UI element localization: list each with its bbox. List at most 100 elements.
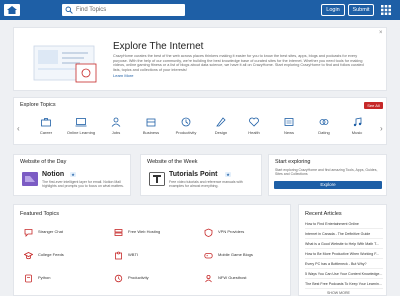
- hero-title: Explore The Internet: [113, 41, 204, 52]
- article-link[interactable]: Every PC has a Bottleneck - But Why?: [305, 262, 383, 269]
- article-link[interactable]: 5 Ways You Can Use Your Content Knowledg…: [305, 272, 383, 279]
- puzzle-icon: [115, 251, 122, 260]
- explore-topics-section: Explore Topics See All ‹ › Career Online…: [13, 97, 387, 145]
- learn-more-link[interactable]: Learn More: [113, 73, 133, 78]
- featured-item[interactable]: NFW Guesthost: [204, 273, 284, 285]
- featured-item[interactable]: VPN Providers: [204, 227, 284, 239]
- card-title: Start exploring: [275, 159, 311, 165]
- article-link[interactable]: How to Be More Productive When Working F…: [305, 252, 383, 259]
- python-icon: [25, 274, 32, 283]
- website-description: Free video tutorials and reference manua…: [169, 180, 243, 188]
- topic-label: Business: [142, 130, 160, 135]
- card-title: Website of the Week: [147, 159, 198, 165]
- featured-label: WBTI: [128, 252, 138, 257]
- featured-label: Productivity: [128, 275, 149, 280]
- news-icon: [284, 118, 294, 126]
- featured-item[interactable]: Free Web Hosting: [114, 227, 194, 239]
- article-link[interactable]: Internet in Canada - The Definitive Guid…: [305, 232, 383, 239]
- login-button[interactable]: Login: [321, 4, 345, 16]
- article-link[interactable]: What is a Good Website to Help With Math…: [305, 242, 383, 249]
- vpn-icon: [204, 228, 213, 237]
- jobs-icon: [111, 117, 121, 127]
- topic-label: Music: [351, 130, 363, 135]
- hero-banner: × Explore The Internet CrazyHome curates…: [13, 27, 387, 91]
- featured-badge: ★: [225, 172, 231, 177]
- featured-item[interactable]: WBTI: [114, 250, 194, 262]
- featured-label: NFW Guesthost: [218, 275, 247, 280]
- featured-label: VPN Providers: [218, 229, 245, 234]
- website-of-week-card[interactable]: Website of the Week Tutorials Point ★ Fr…: [140, 154, 262, 196]
- section-title: Featured Topics: [20, 211, 60, 217]
- topic-online-learning[interactable]: Online Learning: [61, 116, 101, 135]
- topic-productivity[interactable]: Productivity: [166, 116, 206, 135]
- featured-label: Free Web Hosting: [128, 229, 161, 234]
- productivity-icon: [181, 117, 191, 127]
- chat-icon: [24, 229, 33, 237]
- featured-item[interactable]: Productivity: [114, 273, 194, 285]
- search-bar[interactable]: Find Topics: [62, 4, 185, 16]
- college-icon: [24, 252, 33, 260]
- article-link[interactable]: The Best Free Podcasts To Keep Your Lear…: [305, 282, 383, 289]
- topic-music[interactable]: Music: [337, 116, 377, 135]
- search-icon: [65, 6, 73, 14]
- music-icon: [353, 117, 362, 127]
- health-icon: [249, 117, 259, 127]
- design-icon: [216, 117, 226, 127]
- start-exploring-card: Start exploring Start exploring CrazyHom…: [268, 154, 387, 196]
- topic-label: Productivity: [175, 130, 197, 135]
- notion-logo-icon: [22, 172, 38, 186]
- guest-icon: [205, 274, 212, 283]
- hero-description: CrazyHome curates the best of the web ac…: [113, 54, 364, 72]
- topic-jobs[interactable]: Jobs: [96, 116, 136, 135]
- show-more-link[interactable]: SHOW MORE: [327, 291, 350, 295]
- dating-icon: [319, 119, 329, 125]
- home-logo-icon[interactable]: [4, 4, 20, 16]
- career-icon: [41, 118, 51, 127]
- featured-badge: ★: [70, 172, 76, 177]
- prev-arrow-icon[interactable]: ‹: [17, 125, 20, 133]
- topic-label: News: [283, 130, 294, 135]
- website-description: The first-ever intelligent layer for ema…: [42, 180, 124, 188]
- see-all-button[interactable]: See All: [364, 102, 383, 109]
- search-input-placeholder[interactable]: Find Topics: [76, 5, 106, 15]
- article-link[interactable]: How to Find Entertainment Online: [305, 222, 383, 229]
- hero-illustration-icon: [33, 45, 97, 83]
- topic-label: Health: [248, 130, 260, 135]
- hosting-icon: [114, 229, 123, 236]
- game-icon: [204, 253, 213, 259]
- featured-item[interactable]: Stranger Chat: [24, 227, 104, 239]
- topic-label: Jobs: [111, 130, 121, 135]
- featured-item[interactable]: Mobile Game Blogs: [204, 250, 284, 262]
- next-arrow-icon[interactable]: ›: [380, 125, 383, 133]
- topic-health[interactable]: Health: [234, 116, 274, 135]
- productivity-icon: [114, 274, 123, 283]
- website-name: Tutorials Point: [169, 171, 218, 178]
- explore-button[interactable]: Explore: [274, 181, 382, 189]
- featured-label: College Feeds: [38, 252, 64, 257]
- submit-button[interactable]: Submit: [348, 4, 374, 16]
- featured-label: Python: [38, 275, 51, 280]
- featured-item[interactable]: College Feeds: [24, 250, 104, 262]
- apps-grid-icon[interactable]: [381, 5, 391, 15]
- recent-articles-section: Recent Articles How to Find Entertainmen…: [298, 204, 387, 296]
- business-icon: [146, 118, 156, 127]
- explore-description: Start exploring CrazyHome and find amazi…: [275, 168, 378, 176]
- close-icon[interactable]: ×: [379, 30, 383, 36]
- website-name: Notion: [42, 171, 65, 178]
- topic-label: Career: [39, 130, 53, 135]
- topic-news[interactable]: News: [269, 116, 309, 135]
- topic-career[interactable]: Career: [26, 116, 66, 135]
- featured-topics-section: Featured Topics Stranger Chat Free Web H…: [13, 204, 291, 296]
- topic-business[interactable]: Business: [131, 116, 171, 135]
- featured-label: Stranger Chat: [38, 229, 63, 234]
- section-title: Explore Topics: [20, 102, 56, 108]
- website-of-day-card[interactable]: Website of the Day Notion ★ The first-ev…: [13, 154, 131, 196]
- featured-label: Mobile Game Blogs: [218, 252, 253, 257]
- topic-label: Online Learning: [66, 130, 96, 135]
- top-navbar: Find Topics Login Submit: [0, 0, 400, 20]
- featured-item[interactable]: Python: [24, 273, 104, 285]
- card-title: Website of the Day: [20, 159, 67, 165]
- section-title: Recent Articles: [305, 211, 342, 217]
- tutorialspoint-logo-icon: [149, 172, 165, 186]
- online-learning-icon: [75, 118, 87, 127]
